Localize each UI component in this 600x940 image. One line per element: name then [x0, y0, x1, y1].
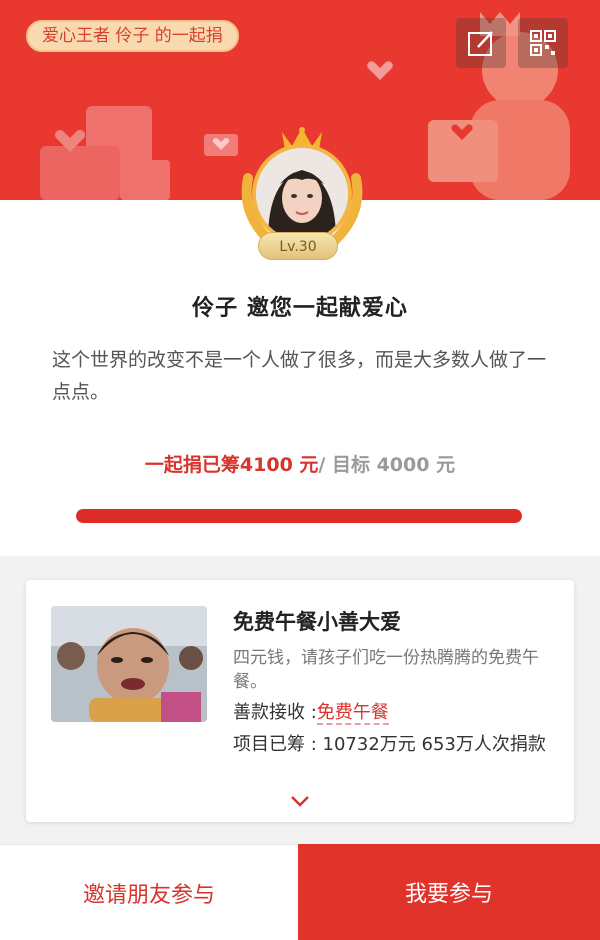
target-amount: / 目标 4000 元 — [318, 454, 456, 476]
recipient-link[interactable]: 免费午餐 — [316, 702, 389, 725]
bottom-action-bar: 邀请朋友参与 我要参与 — [0, 844, 600, 940]
quote-text: 这个世界的改变不是一个人做了很多，而是大多数人做了一点点。 — [52, 349, 547, 403]
chevron-down-icon — [291, 796, 309, 807]
project-description: 四元钱，请孩子们吃一份热腾腾的免费午餐。 — [233, 648, 539, 692]
level-badge: Lv.30 — [258, 232, 338, 260]
raised-amount: 一起捐已筹4100 元 — [144, 454, 319, 476]
progress-fill — [76, 509, 522, 523]
edit-button[interactable] — [456, 18, 506, 68]
project-photo — [51, 606, 207, 722]
join-button[interactable]: 我要参与 — [298, 844, 600, 940]
project-raised-line: 项目已筹 : 10732万元 653万人次捐款 — [233, 734, 546, 755]
recipient-line: 善款接收 :免费午餐 — [233, 700, 563, 726]
raised-summary: 一起捐已筹4100 元/ 目标 4000 元 — [0, 450, 600, 477]
invite-friends-button[interactable]: 邀请朋友参与 — [0, 844, 298, 940]
avatar[interactable] — [252, 144, 352, 244]
project-title: 免费午餐小善大爱 — [233, 610, 401, 634]
recipient-label: 善款接收 : — [233, 702, 317, 723]
qr-code-icon — [530, 30, 556, 56]
progress-bar — [76, 509, 522, 523]
invite-title: 伶子 邀您一起献爱心 — [192, 296, 408, 321]
edit-icon — [468, 31, 493, 56]
honor-tag: 爱心王者 伶子 的一起捐 — [26, 20, 239, 52]
child-eating-image — [51, 606, 207, 722]
project-card[interactable]: 免费午餐小善大爱 四元钱，请孩子们吃一份热腾腾的免费午餐。 善款接收 :免费午餐… — [26, 580, 574, 822]
user-avatar-image — [256, 148, 348, 240]
expand-button[interactable] — [288, 792, 312, 810]
qr-code-button[interactable] — [518, 18, 568, 68]
